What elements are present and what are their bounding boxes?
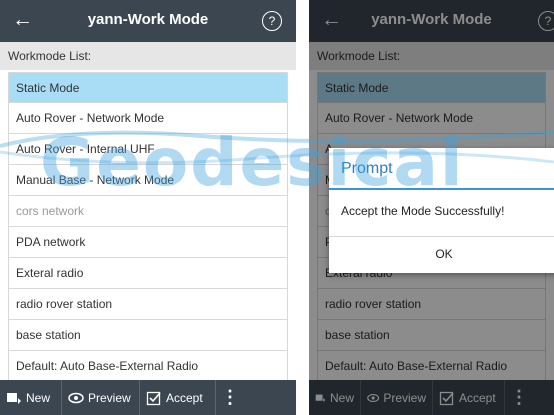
new-icon bbox=[7, 392, 21, 404]
list-item[interactable]: Auto Rover - Internal UHF bbox=[8, 134, 288, 165]
phone-screen-right: ← yann-Work Mode ? Workmode List: Static… bbox=[309, 0, 554, 415]
dialog-title: Prompt bbox=[341, 160, 393, 177]
list-item[interactable]: Auto Rover - Network Mode bbox=[8, 103, 288, 134]
new-label: New bbox=[26, 390, 51, 405]
list-item[interactable]: Exteral radio bbox=[8, 258, 288, 289]
list-item-static-mode[interactable]: Static Mode bbox=[8, 72, 288, 103]
list-item-default[interactable]: Default: Auto Base-External Radio bbox=[8, 351, 288, 382]
app-header: ← yann-Work Mode ? bbox=[0, 0, 296, 42]
ok-button[interactable]: OK bbox=[329, 236, 554, 273]
prompt-dialog: Prompt Accept the Mode Successfully! OK bbox=[329, 148, 554, 273]
preview-label: Preview bbox=[88, 390, 131, 405]
bottom-toolbar: New Preview Accept ⋮ bbox=[0, 380, 296, 415]
list-item[interactable]: cors network bbox=[8, 196, 288, 227]
list-item[interactable]: PDA network bbox=[8, 227, 288, 258]
page-title: yann-Work Mode bbox=[87, 11, 209, 28]
dialog-message: Accept the Mode Successfully! bbox=[341, 204, 505, 218]
list-item[interactable]: radio rover station bbox=[8, 289, 288, 320]
more-vert-icon[interactable]: ⋮ bbox=[216, 387, 244, 408]
accept-label: Accept bbox=[166, 390, 203, 405]
accept-button[interactable]: Accept bbox=[140, 380, 216, 415]
dialog-divider bbox=[329, 188, 554, 190]
workmode-list-title: Workmode List: bbox=[0, 42, 296, 70]
preview-eye-icon bbox=[68, 392, 84, 403]
new-button[interactable]: New bbox=[0, 380, 62, 415]
accept-check-icon bbox=[146, 391, 161, 405]
list-item[interactable]: Manual Base - Network Mode bbox=[8, 165, 288, 196]
phone-screen-left: ← yann-Work Mode ? Workmode List: Static… bbox=[0, 0, 296, 415]
preview-button[interactable]: Preview bbox=[62, 380, 140, 415]
help-icon[interactable]: ? bbox=[262, 11, 282, 31]
list-item[interactable]: base station bbox=[8, 320, 288, 351]
workmode-list: Static Mode Auto Rover - Network Mode Au… bbox=[8, 72, 288, 382]
